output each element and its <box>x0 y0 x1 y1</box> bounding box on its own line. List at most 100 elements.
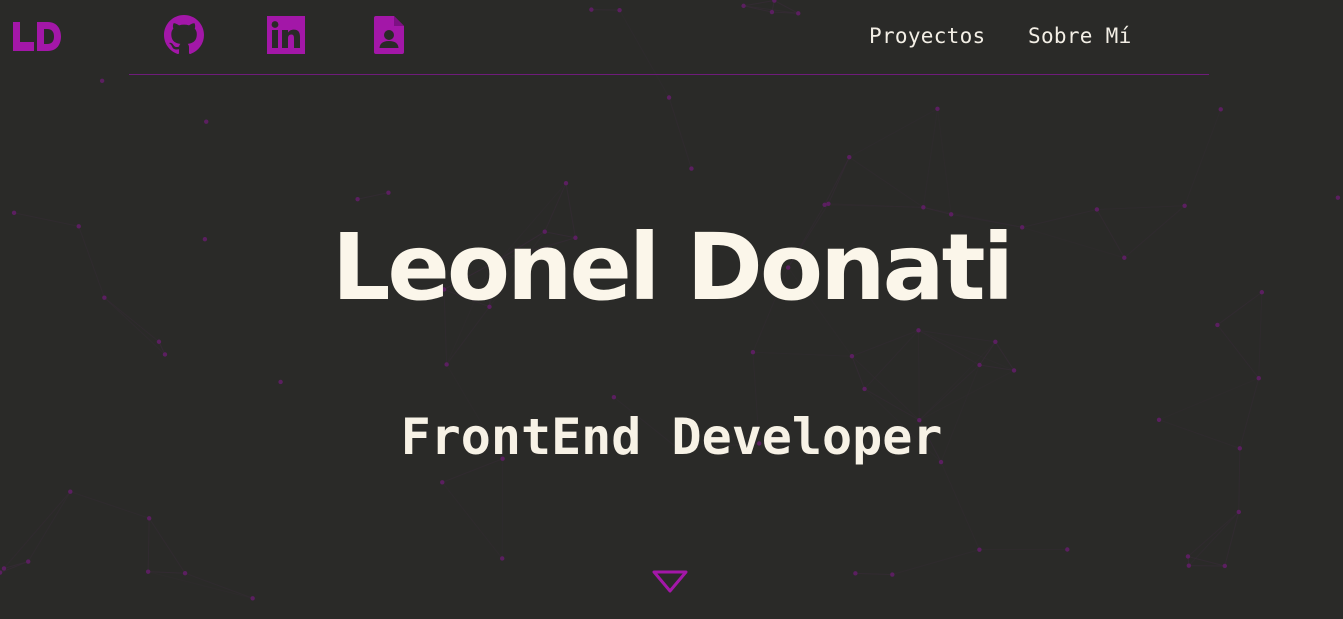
particle-dot <box>977 362 982 368</box>
particle-dot <box>611 395 617 400</box>
particle-link <box>441 482 503 559</box>
particle-link <box>771 0 775 13</box>
particle-dot <box>617 7 622 13</box>
particle-dot <box>386 190 391 195</box>
particle-dot <box>500 556 505 561</box>
particle-dot <box>563 181 569 186</box>
particle-dot <box>1236 509 1241 515</box>
particle-link <box>158 341 166 355</box>
particle-link <box>824 156 850 206</box>
particle-dot <box>1 566 7 571</box>
particle-link <box>828 203 924 208</box>
particle-link <box>1187 556 1190 566</box>
particle-link <box>148 517 186 574</box>
particle-link <box>855 572 893 576</box>
particle-link <box>1217 324 1260 379</box>
particle-link <box>849 108 938 158</box>
particle-dot <box>250 596 255 601</box>
particle-link <box>918 329 980 366</box>
particle-dot <box>849 353 855 359</box>
linkedin-icon <box>267 16 305 54</box>
particle-link <box>851 356 866 390</box>
particle-link <box>619 9 670 98</box>
particle-link <box>0 568 5 573</box>
particle-link <box>3 491 71 569</box>
particle-link <box>824 203 829 206</box>
particle-dot <box>440 480 445 485</box>
particle-dot <box>99 78 105 84</box>
particle-dot <box>977 547 982 552</box>
linkedin-link[interactable] <box>266 15 306 55</box>
particle-dot <box>182 571 188 576</box>
contact-card-icon <box>374 16 404 54</box>
particle-link <box>936 108 952 215</box>
particle-dot <box>156 339 162 344</box>
particle-dot <box>916 328 921 333</box>
particle-link <box>774 0 799 14</box>
particle-dot <box>921 205 926 210</box>
particle-link <box>0 491 71 573</box>
particle-dot <box>1186 563 1192 568</box>
particle-dot <box>772 0 777 3</box>
particle-link <box>743 5 773 13</box>
particle-dot <box>589 7 594 12</box>
particle-dot <box>993 339 998 345</box>
particle-dot <box>1185 554 1191 559</box>
particle-link <box>184 572 253 599</box>
particle-link <box>3 561 29 569</box>
particle-link <box>1188 511 1240 566</box>
particle-dot <box>1011 368 1017 373</box>
particle-dot <box>741 3 746 9</box>
particle-dot <box>444 362 449 367</box>
particle-link <box>668 97 692 169</box>
particle-dot <box>1065 547 1070 552</box>
particle-link <box>918 329 996 343</box>
particle-dot <box>689 166 694 171</box>
particle-link <box>917 330 920 421</box>
particle-link <box>979 364 1015 371</box>
particle-link <box>864 329 919 390</box>
particle-dot <box>796 11 801 16</box>
particle-dot <box>862 386 867 392</box>
nav-link-projects[interactable]: Proyectos <box>869 24 986 48</box>
particle-link <box>940 461 980 550</box>
particle-dot <box>1218 107 1223 112</box>
particle-link <box>1184 109 1222 206</box>
particle-link <box>27 491 71 562</box>
particle-link <box>357 192 389 200</box>
particle-dot <box>750 350 756 355</box>
resume-link[interactable] <box>369 15 409 55</box>
particle-dot <box>769 9 775 15</box>
particle-link <box>892 549 980 576</box>
particle-dot <box>0 570 3 575</box>
particle-dot <box>1335 195 1341 200</box>
ld-logo[interactable]: LD <box>12 20 62 54</box>
particle-dot <box>278 379 283 385</box>
particle-dot <box>1256 375 1261 381</box>
github-link[interactable] <box>164 15 204 55</box>
particle-dot <box>853 571 858 576</box>
particle-dot <box>822 202 827 207</box>
particle-link <box>1187 555 1225 567</box>
github-icon <box>164 15 204 55</box>
particle-link <box>918 329 1015 371</box>
particle-link <box>591 9 620 11</box>
particle-link <box>148 571 186 574</box>
particle-dot <box>935 106 940 112</box>
particle-dot <box>145 569 151 574</box>
particle-link <box>743 0 775 7</box>
hero-role: FrontEnd Developer <box>400 408 943 466</box>
particle-dot <box>25 559 31 564</box>
particle-link <box>979 341 996 366</box>
particle-dot <box>1222 563 1228 569</box>
nav-link-about[interactable]: Sobre Mí <box>1028 24 1132 48</box>
particle-link <box>0 561 29 574</box>
particle-dot <box>1094 207 1100 212</box>
chevron-down-triangle-icon[interactable] <box>651 569 689 595</box>
header-divider <box>129 74 1209 75</box>
particle-link <box>771 11 799 14</box>
particle-link <box>848 156 924 208</box>
particle-link <box>147 518 150 572</box>
particle-dot <box>204 119 209 124</box>
particle-dot <box>847 154 852 160</box>
